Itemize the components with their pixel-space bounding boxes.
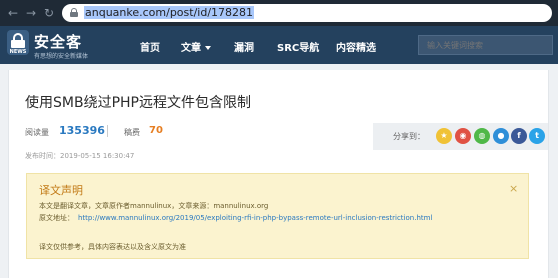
lock-icon	[70, 8, 78, 17]
site-header: NEWS 安全客 有思想的安全新媒体 首页 文章 漏洞 SRC导航 内容精选	[0, 26, 558, 64]
share-bar: 分享到： ★ ◉ ◍ ● f t	[373, 123, 548, 150]
forward-arrow-icon[interactable]: →	[24, 6, 38, 20]
logo-lock-icon[interactable]: NEWS	[7, 30, 29, 55]
logo-subtitle: 有思想的安全新媒体	[34, 53, 89, 60]
reload-icon[interactable]: ↻	[42, 6, 56, 20]
qq-icon[interactable]: ●	[493, 128, 509, 144]
wechat-icon[interactable]: ◍	[474, 128, 490, 144]
notice-disclaimer: 译文仅供参考，具体内容表达以及含义原文为准	[39, 243, 186, 251]
chevron-down-icon	[205, 46, 211, 50]
meta-divider	[107, 125, 108, 137]
url-text[interactable]: anquanke.com/post/id/178281	[84, 6, 255, 20]
search-input[interactable]	[418, 35, 553, 55]
article-card: 使用SMB绕过PHP远程文件包含限制 阅读量 135396 稿费 70 发布时间…	[8, 70, 549, 278]
fee-label: 稿费	[124, 128, 140, 137]
address-bar[interactable]: anquanke.com/post/id/178281	[62, 4, 552, 22]
page-title: 使用SMB绕过PHP远程文件包含限制	[25, 95, 251, 111]
original-url-link[interactable]: http://www.mannulinux.org/2019/05/exploi…	[78, 214, 432, 222]
publish-date: 发布时间：2019-05-15 16:30:47	[25, 152, 135, 160]
twitter-icon[interactable]: t	[529, 128, 545, 144]
nav-featured[interactable]: 内容精选	[336, 39, 376, 54]
qzone-star-icon[interactable]: ★	[436, 128, 452, 144]
translation-notice: 译文声明 × 本文是翻译文章，文章原作者mannulinux，文章来源：mann…	[26, 173, 529, 259]
reads-label: 阅读量	[25, 128, 49, 137]
logo-title[interactable]: 安全客	[34, 31, 82, 52]
nav-vulns[interactable]: 漏洞	[234, 39, 254, 54]
weibo-icon[interactable]: ◉	[455, 128, 471, 144]
notice-original-url: 原文地址： http://www.mannulinux.org/2019/05/e…	[39, 214, 433, 222]
close-icon[interactable]: ×	[509, 182, 518, 195]
nav-articles[interactable]: 文章	[181, 39, 211, 54]
nav-src[interactable]: SRC导航	[277, 39, 319, 54]
reads-count: 135396	[59, 124, 105, 137]
browser-chrome: ← → ↻ anquanke.com/post/id/178281	[0, 0, 558, 26]
back-arrow-icon[interactable]: ←	[6, 6, 20, 20]
nav-home[interactable]: 首页	[140, 39, 160, 54]
fee-value: 70	[149, 125, 163, 136]
share-label: 分享到：	[393, 132, 425, 141]
notice-source: 本文是翻译文章，文章原作者mannulinux，文章来源：mannulinux.…	[39, 202, 269, 210]
facebook-icon[interactable]: f	[511, 128, 527, 144]
notice-title: 译文声明	[39, 184, 83, 197]
